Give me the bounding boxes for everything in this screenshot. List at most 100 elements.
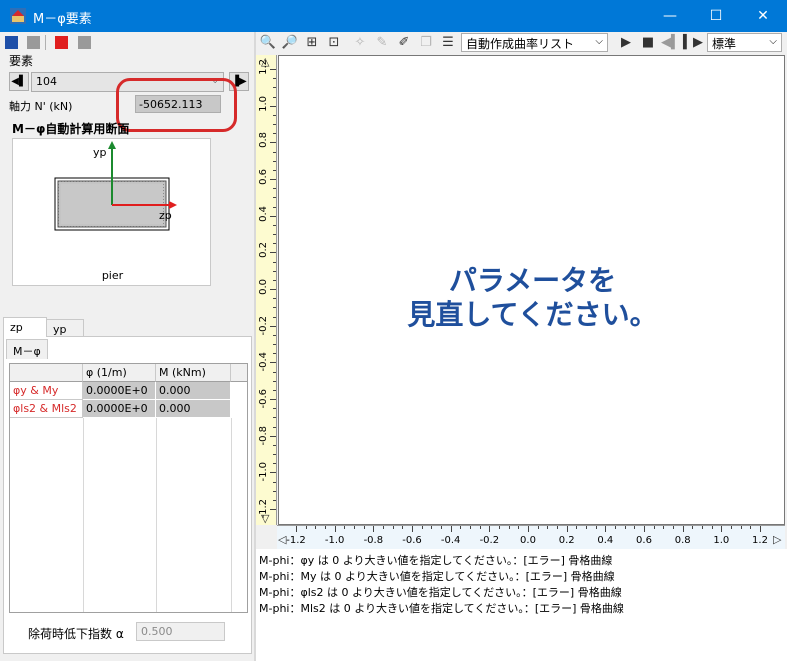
tab-yp[interactable]: yp (46, 319, 84, 337)
curve-list-value: 自動作成曲率リスト (466, 37, 575, 51)
y-tick-mark (270, 435, 276, 437)
x-tick-mark (354, 526, 355, 529)
y-tick-mark (273, 234, 276, 235)
curve-list-select[interactable]: 自動作成曲率リスト ⌵ (461, 33, 608, 52)
y-tick-label: 1.0 (258, 95, 269, 112)
x-tick-mark (344, 526, 346, 529)
grid-cell-phi[interactable]: 0.0000E+0 (83, 400, 156, 418)
pointer-icon[interactable]: ✧ (351, 34, 369, 52)
gray-color-button[interactable] (27, 36, 40, 49)
alpha-field[interactable]: 0.500 (136, 622, 225, 641)
y-tick-mark (273, 380, 276, 382)
y-tick-mark (270, 325, 276, 327)
x-tick-mark (750, 526, 752, 529)
step-back-icon[interactable]: ◀▍ (661, 34, 681, 52)
y-tick-mark (270, 179, 276, 180)
x-tick-label: 0.2 (558, 535, 575, 546)
element-label: 要素 (9, 54, 34, 68)
chevron-down-icon: ⌵ (595, 36, 603, 47)
x-tick-mark (557, 526, 558, 529)
x-tick-mark (325, 526, 326, 529)
y-tick-mark (273, 151, 276, 153)
x-tick-mark (702, 526, 703, 529)
grid-cell-phi[interactable]: 0.0000E+0 (83, 382, 156, 400)
pen-icon[interactable]: ✐ (395, 34, 413, 52)
grid-column-line (83, 418, 84, 612)
toolbar-divider (45, 35, 46, 50)
y-tick-mark (273, 87, 276, 89)
list-icon[interactable]: ☰ (439, 34, 457, 52)
y-tick-mark (273, 481, 276, 483)
grid-cell-m[interactable]: 0.000 (156, 382, 231, 400)
x-tick-mark (605, 526, 607, 532)
x-tick-mark (760, 526, 761, 532)
x-tick-label: -1.0 (324, 535, 345, 546)
blue-color-button[interactable] (5, 36, 18, 49)
x-tick-mark (305, 526, 307, 529)
y-tick-mark (270, 105, 276, 107)
x-tick-mark (383, 526, 384, 529)
x-tick-mark (412, 526, 413, 532)
y-tick-mark (273, 454, 276, 455)
plot-area[interactable]: パラメータを 見直してください。 (278, 55, 785, 525)
y-tick-mark (273, 417, 276, 419)
x-tick-mark (460, 526, 462, 529)
error-message-line2: 見直してください。 (407, 298, 658, 331)
vertical-ruler: △ ▽ 1.2 1.0 0.8 0.6 0.4 0.2 0.0 -0.2 -0.4 -0.6 -0.… (256, 55, 277, 525)
highlight-circle (116, 78, 237, 132)
view-mode-select[interactable]: 標準 ⌵ (707, 33, 782, 52)
alpha-label: 除荷時低下指数 α (28, 627, 124, 641)
pin-icon[interactable]: ✎ (373, 34, 391, 52)
y-tick-mark (273, 224, 276, 226)
prev-icon: ◀▌ (11, 76, 27, 87)
yp-axis-label: yp (93, 146, 107, 159)
section-name: pier (101, 269, 124, 282)
fit-icon[interactable]: ⊞ (303, 34, 321, 52)
red-color-button[interactable] (55, 36, 68, 49)
x-tick-mark (644, 526, 645, 532)
x-tick-mark (634, 526, 636, 529)
maximize-button[interactable]: ☐ (693, 0, 739, 32)
copy-icon[interactable]: ❐ (417, 34, 435, 52)
grid-row-label: φy & My (10, 382, 83, 400)
x-tick-mark (363, 526, 365, 529)
grid-header-filler (231, 364, 247, 382)
x-tick-mark (402, 526, 404, 529)
zoom-out-icon[interactable]: 🔎 (281, 34, 299, 52)
grid-cell-m[interactable]: 0.000 (156, 400, 231, 418)
x-tick-label: 1.0 (713, 535, 730, 546)
horizontal-ruler: ◁ ▷ -1.2 -1.0 -0.8 -0.6 -0.4 -0.2 0.0 0.2 0.4 0.6… (277, 525, 785, 549)
y-tick-mark (273, 334, 276, 336)
x-tick-mark (586, 526, 587, 529)
x-tick-mark (392, 526, 394, 529)
play-icon[interactable]: ▶ (617, 34, 635, 52)
ruler-right-arrow-icon: ▷ (773, 533, 782, 546)
x-tick-mark (673, 526, 674, 529)
y-tick-label: 0.2 (258, 242, 269, 259)
grid-header-phi: φ (1/m) (83, 364, 156, 382)
prev-element-button[interactable]: ◀▌ (9, 72, 29, 91)
y-tick-mark (270, 142, 276, 144)
y-tick-mark (273, 114, 276, 116)
stop-icon[interactable]: ■ (639, 34, 657, 52)
x-tick-label: -0.2 (479, 535, 500, 546)
minimize-button[interactable]: — (647, 0, 693, 32)
x-tick-mark (731, 526, 732, 529)
subtab-m-phi[interactable]: M－φ (6, 339, 48, 359)
x-tick-mark (624, 526, 626, 529)
frame-icon[interactable]: ⊡ (325, 34, 343, 52)
x-tick-mark (441, 526, 442, 529)
step-forward-icon[interactable]: ▍▶ (683, 34, 703, 52)
gray-color-button-2[interactable] (78, 36, 91, 49)
tab-zp[interactable]: zp (3, 317, 47, 337)
y-tick-mark (273, 490, 276, 492)
x-tick-mark (721, 526, 723, 532)
x-tick-label: 0.4 (597, 535, 614, 546)
x-tick-label: 0.0 (520, 535, 536, 546)
close-button[interactable]: ✕ (740, 0, 786, 32)
zoom-in-icon[interactable]: 🔍 (259, 34, 277, 52)
y-tick-mark (273, 298, 276, 300)
message-log: M-phi：φy は 0 より大きい値を指定してください。：[エラー] 骨格曲線… (256, 549, 787, 661)
log-line: M-phi：Mls2 は 0 より大きい値を指定してください。：[エラー] 骨格… (259, 602, 624, 615)
y-tick-mark (270, 509, 276, 510)
